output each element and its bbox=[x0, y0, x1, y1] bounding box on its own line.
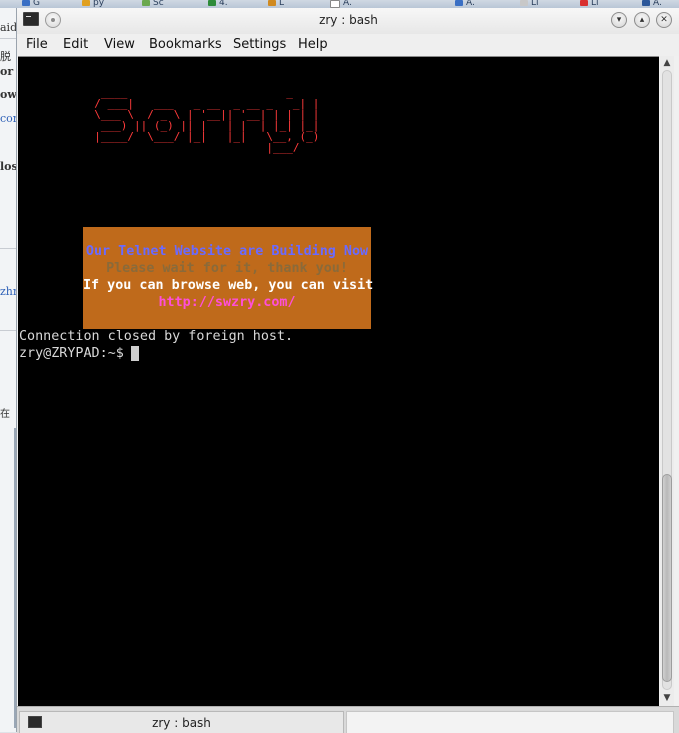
banner-link-url[interactable]: http://swzry.com/ bbox=[83, 294, 371, 311]
bg-task-icon bbox=[642, 0, 650, 6]
text-cursor bbox=[131, 346, 139, 361]
bg-task-icon bbox=[520, 0, 528, 6]
scroll-thumb[interactable] bbox=[662, 474, 672, 682]
tabbar-empty-area[interactable] bbox=[346, 711, 674, 733]
bg-task-tab[interactable]: 4. bbox=[208, 0, 228, 8]
bg-divider bbox=[0, 38, 16, 39]
chevron-up-icon[interactable]: ▴ bbox=[634, 12, 650, 28]
bg-link-fragment[interactable]: con bbox=[0, 112, 16, 125]
bg-task-icon bbox=[82, 0, 90, 6]
bg-task-tab[interactable]: G bbox=[22, 0, 40, 8]
shell-prompt: zry@ZRYPAD:~$ bbox=[19, 346, 132, 361]
bg-task-tab[interactable]: py bbox=[82, 0, 104, 8]
session-tab[interactable]: zry : bash bbox=[19, 711, 344, 733]
chevron-down-icon[interactable]: ▾ bbox=[611, 12, 627, 28]
bg-task-icon bbox=[208, 0, 216, 6]
bg-task-icon bbox=[142, 0, 150, 6]
arrow-up-icon[interactable]: ▲ bbox=[660, 57, 674, 69]
titlebar[interactable]: zry : bash ▾ ▴ ✕ bbox=[17, 8, 679, 34]
bg-task-icon bbox=[580, 0, 588, 6]
bg-text-fragment: 脱 bbox=[0, 50, 11, 63]
sorry-ascii-art: ____ _ / ___| ___ _ __ _ __ _ _| | \___ … bbox=[94, 86, 320, 154]
window-title: zry : bash bbox=[319, 13, 378, 27]
menu-bookmarks[interactable]: Bookmarks bbox=[149, 37, 222, 52]
bg-task-tab[interactable]: A. bbox=[330, 0, 352, 8]
close-icon[interactable]: ✕ bbox=[656, 12, 672, 28]
bg-task-icon bbox=[22, 0, 30, 6]
bg-link-fragment[interactable]: zhr bbox=[0, 285, 16, 298]
menu-view[interactable]: View bbox=[104, 37, 135, 52]
session-tab-label: zry : bash bbox=[152, 716, 211, 730]
vertical-scrollbar[interactable]: ▲ ▼ bbox=[660, 56, 674, 706]
bg-divider bbox=[0, 330, 16, 331]
menu-settings[interactable]: Settings bbox=[233, 37, 286, 52]
connection-closed-message: Connection closed by foreign host. bbox=[19, 329, 294, 344]
terminal-window: zry : bash ▾ ▴ ✕ File Edit View Bookmark… bbox=[16, 8, 679, 733]
banner-line-wait: Please wait for it, thank you! bbox=[106, 261, 348, 276]
bg-task-tab[interactable]: Sc bbox=[142, 0, 164, 8]
bg-task-tab[interactable]: L bbox=[268, 0, 284, 8]
banner-line-building: Our Telnet Website are Building Now bbox=[85, 244, 369, 259]
bg-text-fragment: ow bbox=[0, 88, 16, 101]
arrow-down-icon[interactable]: ▼ bbox=[660, 692, 674, 704]
bg-text-fragment: 在 bbox=[0, 409, 10, 420]
bg-task-tab[interactable]: A. bbox=[642, 0, 662, 8]
background-taskbar: G py Sc 4. L A. A. Li Li A. bbox=[0, 0, 679, 8]
notice-banner: Our Telnet Website are Building Now Plea… bbox=[83, 227, 374, 329]
menu-help[interactable]: Help bbox=[298, 37, 328, 52]
terminal-output[interactable]: ____ _ / ___| ___ _ __ _ __ _ _| | \___ … bbox=[18, 56, 659, 707]
bg-task-icon bbox=[330, 0, 340, 8]
bg-text-fragment: or bbox=[0, 65, 14, 78]
bg-text-fragment: los bbox=[0, 160, 16, 173]
menu-edit[interactable]: Edit bbox=[63, 37, 88, 52]
session-tabbar: zry : bash bbox=[17, 706, 679, 733]
bg-task-icon bbox=[455, 0, 463, 6]
bg-task-tab[interactable]: Li bbox=[520, 0, 539, 8]
bg-text-fragment: aid bbox=[0, 21, 16, 34]
bg-task-tab[interactable]: A. bbox=[455, 0, 475, 8]
background-document: aid 脱 or ow con los zhr 在 bbox=[0, 8, 16, 732]
menubar: File Edit View Bookmarks Settings Help bbox=[17, 34, 679, 56]
bg-task-tab[interactable]: Li bbox=[580, 0, 599, 8]
menu-file[interactable]: File bbox=[26, 37, 48, 52]
banner-line-visit: If you can browse web, you can visit bbox=[83, 278, 374, 293]
bg-task-icon bbox=[268, 0, 276, 6]
bg-divider bbox=[0, 248, 16, 249]
